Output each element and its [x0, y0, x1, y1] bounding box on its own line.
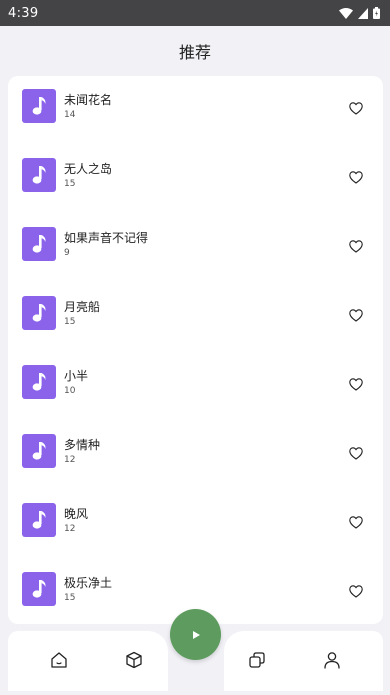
song-count: 12 [64, 524, 76, 534]
wifi-icon [339, 7, 353, 19]
status-time: 4:39 [8, 5, 39, 21]
song-title: 未闻花名 [64, 93, 113, 107]
song-count: 10 [64, 386, 76, 396]
song-item[interactable]: 月亮船 15 [8, 283, 383, 352]
song-item[interactable]: 多情种 12 [8, 421, 383, 490]
status-bar: 4:39 [0, 0, 390, 26]
song-count: 12 [64, 455, 76, 465]
song-title: 如果声音不记得 [64, 231, 149, 245]
song-title: 多情种 [64, 438, 101, 452]
song-item[interactable]: 未闻花名 14 [8, 76, 383, 145]
music-note-icon [22, 296, 56, 330]
cards-icon[interactable] [248, 651, 266, 669]
song-count: 9 [64, 248, 70, 258]
song-item[interactable]: 无人之岛 15 [8, 145, 383, 214]
music-note-icon [22, 434, 56, 468]
profile-icon[interactable] [323, 651, 341, 669]
song-title: 月亮船 [64, 300, 101, 314]
heart-icon[interactable] [349, 376, 363, 391]
music-note-icon [22, 158, 56, 192]
signal-icon [358, 7, 368, 19]
heart-icon[interactable] [349, 238, 363, 253]
page-title: 推荐 [178, 43, 211, 62]
music-note-icon [22, 89, 56, 123]
song-title: 无人之岛 [64, 162, 113, 176]
music-note-icon [22, 503, 56, 537]
song-count: 15 [64, 179, 76, 189]
page-header: 推荐 [0, 26, 390, 66]
heart-icon[interactable] [349, 445, 363, 460]
song-count: 15 [64, 317, 76, 327]
music-note-icon [22, 227, 56, 261]
song-item[interactable]: 小半 10 [8, 352, 383, 421]
song-item[interactable]: 晚风 12 [8, 490, 383, 559]
heart-icon[interactable] [349, 169, 363, 184]
music-note-icon [22, 365, 56, 399]
heart-icon[interactable] [349, 583, 363, 598]
play-button[interactable] [170, 609, 221, 660]
battery-icon [373, 7, 380, 19]
song-list: 未闻花名 14 无人之岛 15 如果声音不记得 9 月亮船 15 小半 10 多… [8, 76, 383, 624]
nav-bar-left [8, 631, 168, 691]
song-item[interactable]: 如果声音不记得 9 [8, 214, 383, 283]
play-icon [191, 625, 201, 644]
status-icons [339, 7, 380, 19]
song-count: 14 [64, 110, 76, 120]
song-title: 小半 [64, 369, 89, 383]
heart-icon[interactable] [349, 307, 363, 322]
song-title: 极乐净土 [64, 576, 113, 590]
music-note-icon [22, 572, 56, 606]
song-title: 晚风 [64, 507, 89, 521]
song-count: 15 [64, 593, 76, 603]
cube-icon[interactable] [125, 651, 143, 669]
heart-icon[interactable] [349, 100, 363, 115]
heart-icon[interactable] [349, 514, 363, 529]
home-icon[interactable] [50, 651, 68, 669]
